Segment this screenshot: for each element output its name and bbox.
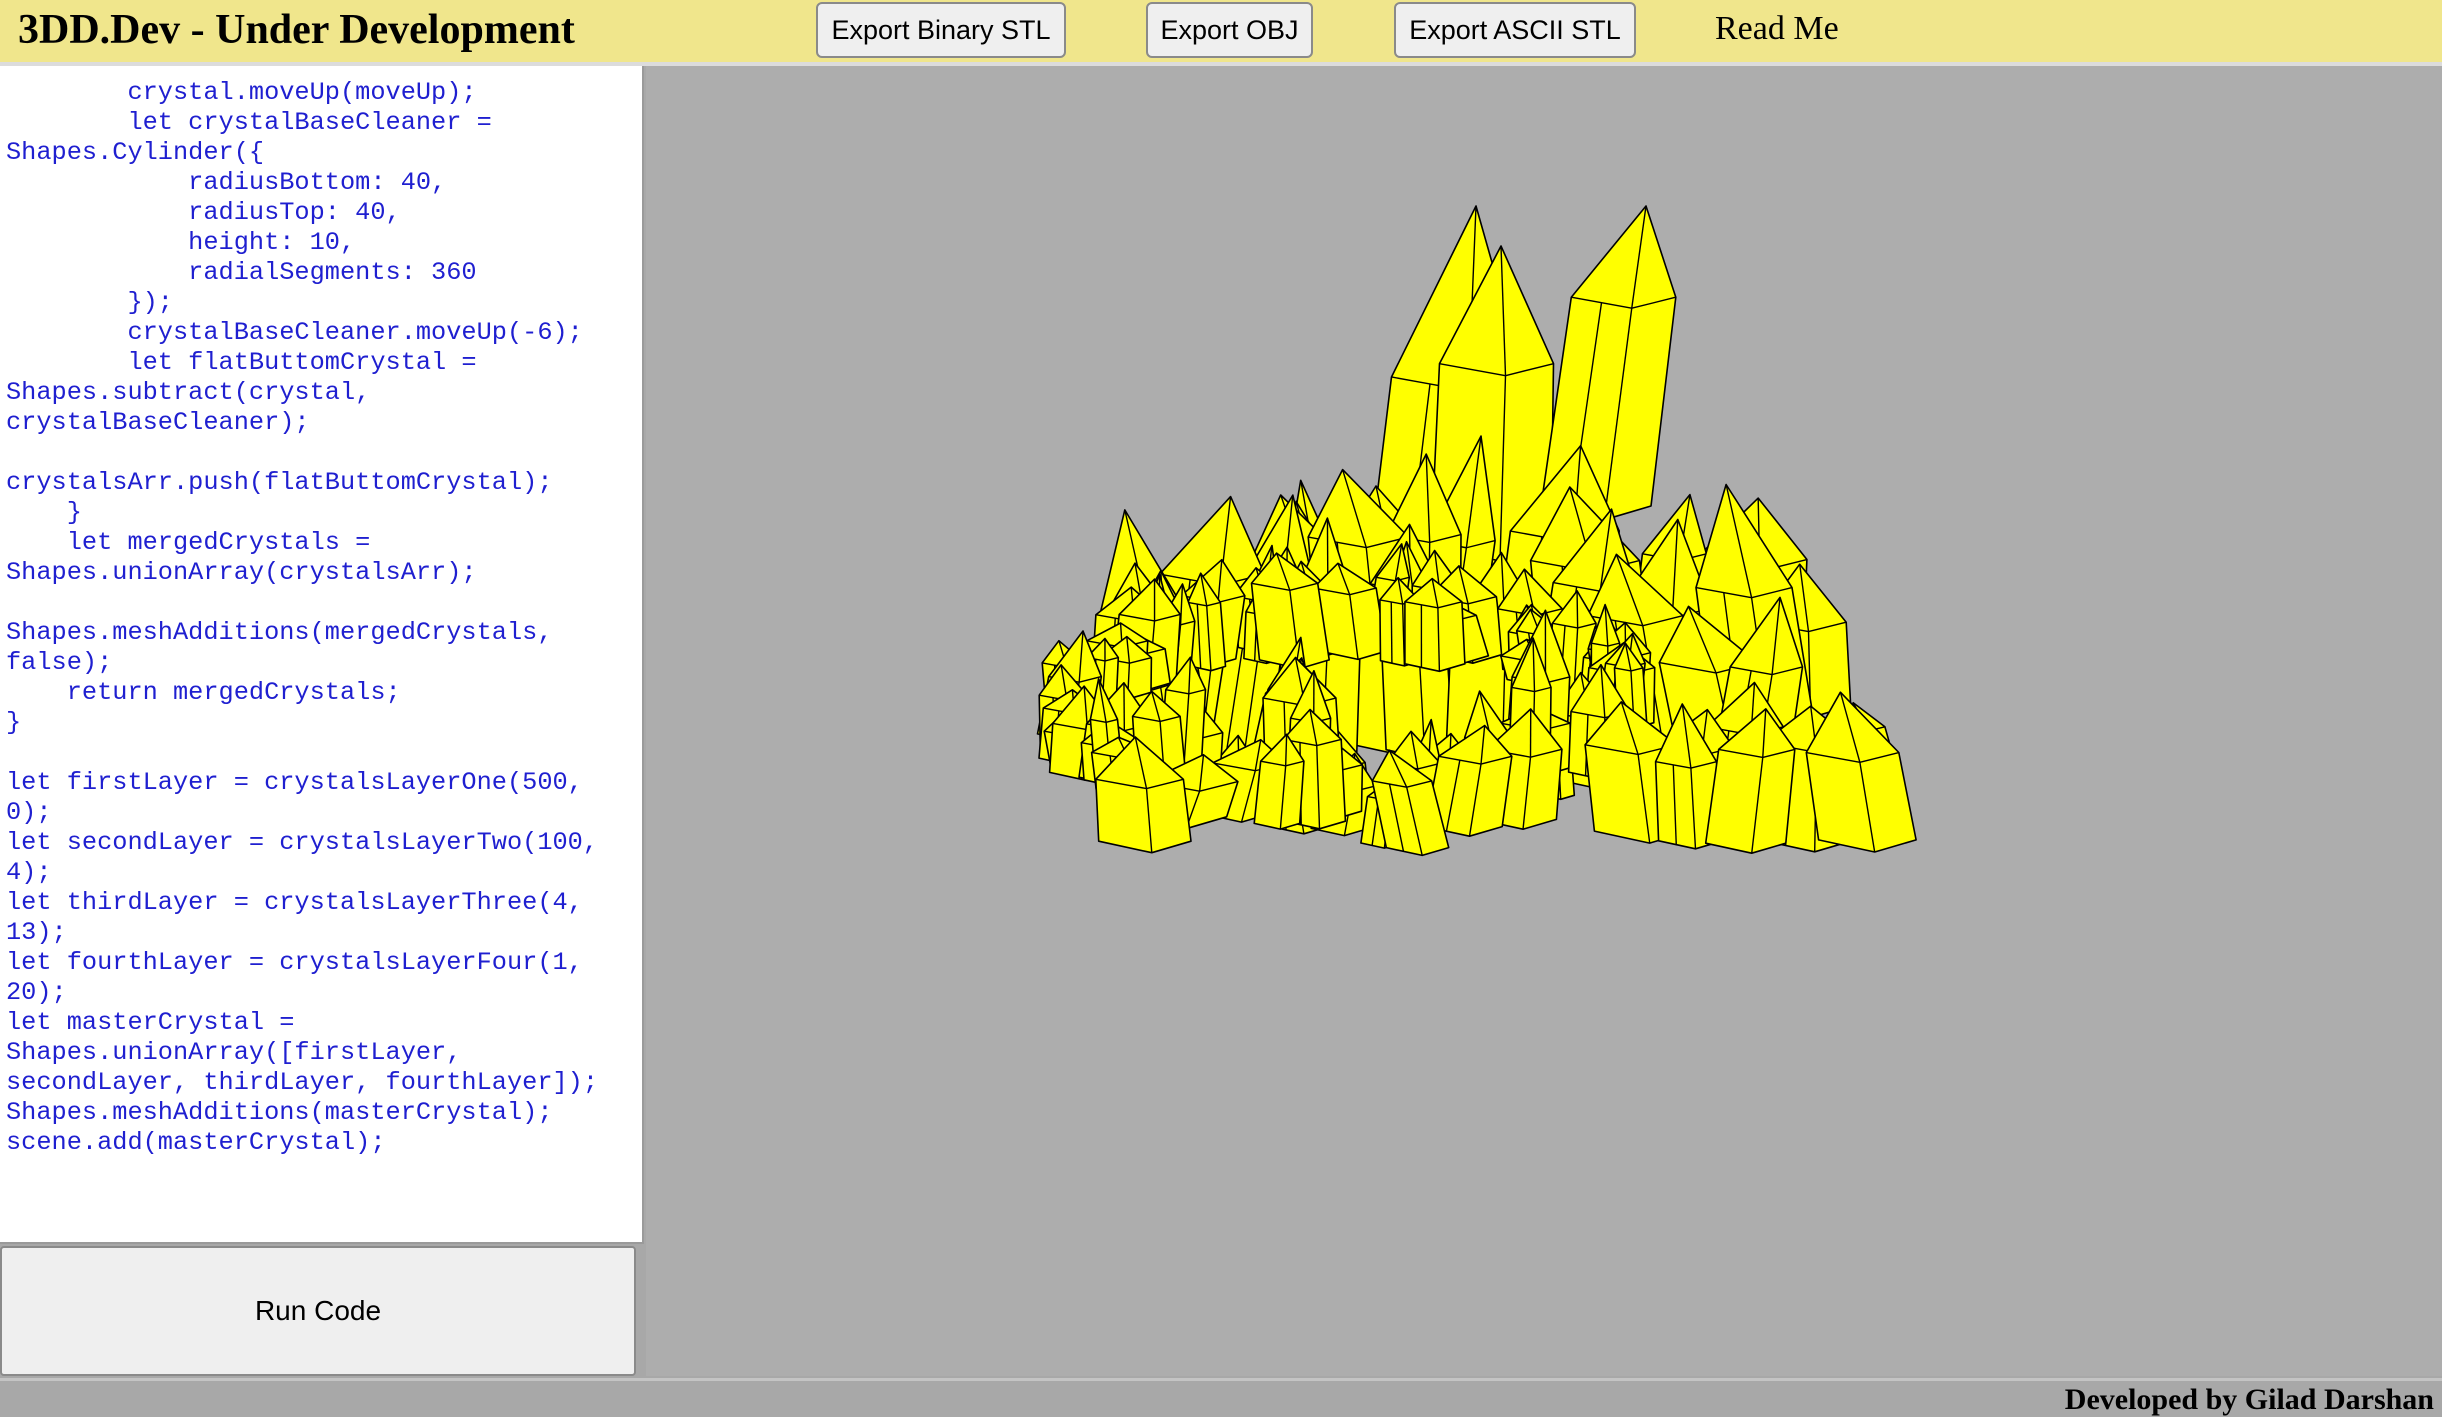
export-ascii-stl-button[interactable]: Export ASCII STL: [1394, 2, 1636, 58]
run-code-button[interactable]: Run Code: [0, 1246, 636, 1376]
crystal-mesh-render[interactable]: [646, 66, 2442, 1376]
app-title: 3DD.Dev - Under Development: [18, 6, 575, 54]
export-binary-stl-button[interactable]: Export Binary STL: [816, 2, 1066, 58]
footer: Developed by Gilad Darshan: [0, 1378, 2442, 1414]
3d-viewport[interactable]: [646, 66, 2442, 1376]
read-me-link[interactable]: Read Me: [1715, 10, 1839, 48]
top-bar: 3DD.Dev - Under Development Export Binar…: [0, 0, 2442, 66]
export-obj-button[interactable]: Export OBJ: [1146, 2, 1313, 58]
code-editor[interactable]: 40)); crystal.moveUp(moveUp); let crysta…: [0, 66, 644, 1244]
developer-credit: Developed by Gilad Darshan: [2065, 1383, 2434, 1417]
code-text[interactable]: 40)); crystal.moveUp(moveUp); let crysta…: [6, 66, 598, 1158]
